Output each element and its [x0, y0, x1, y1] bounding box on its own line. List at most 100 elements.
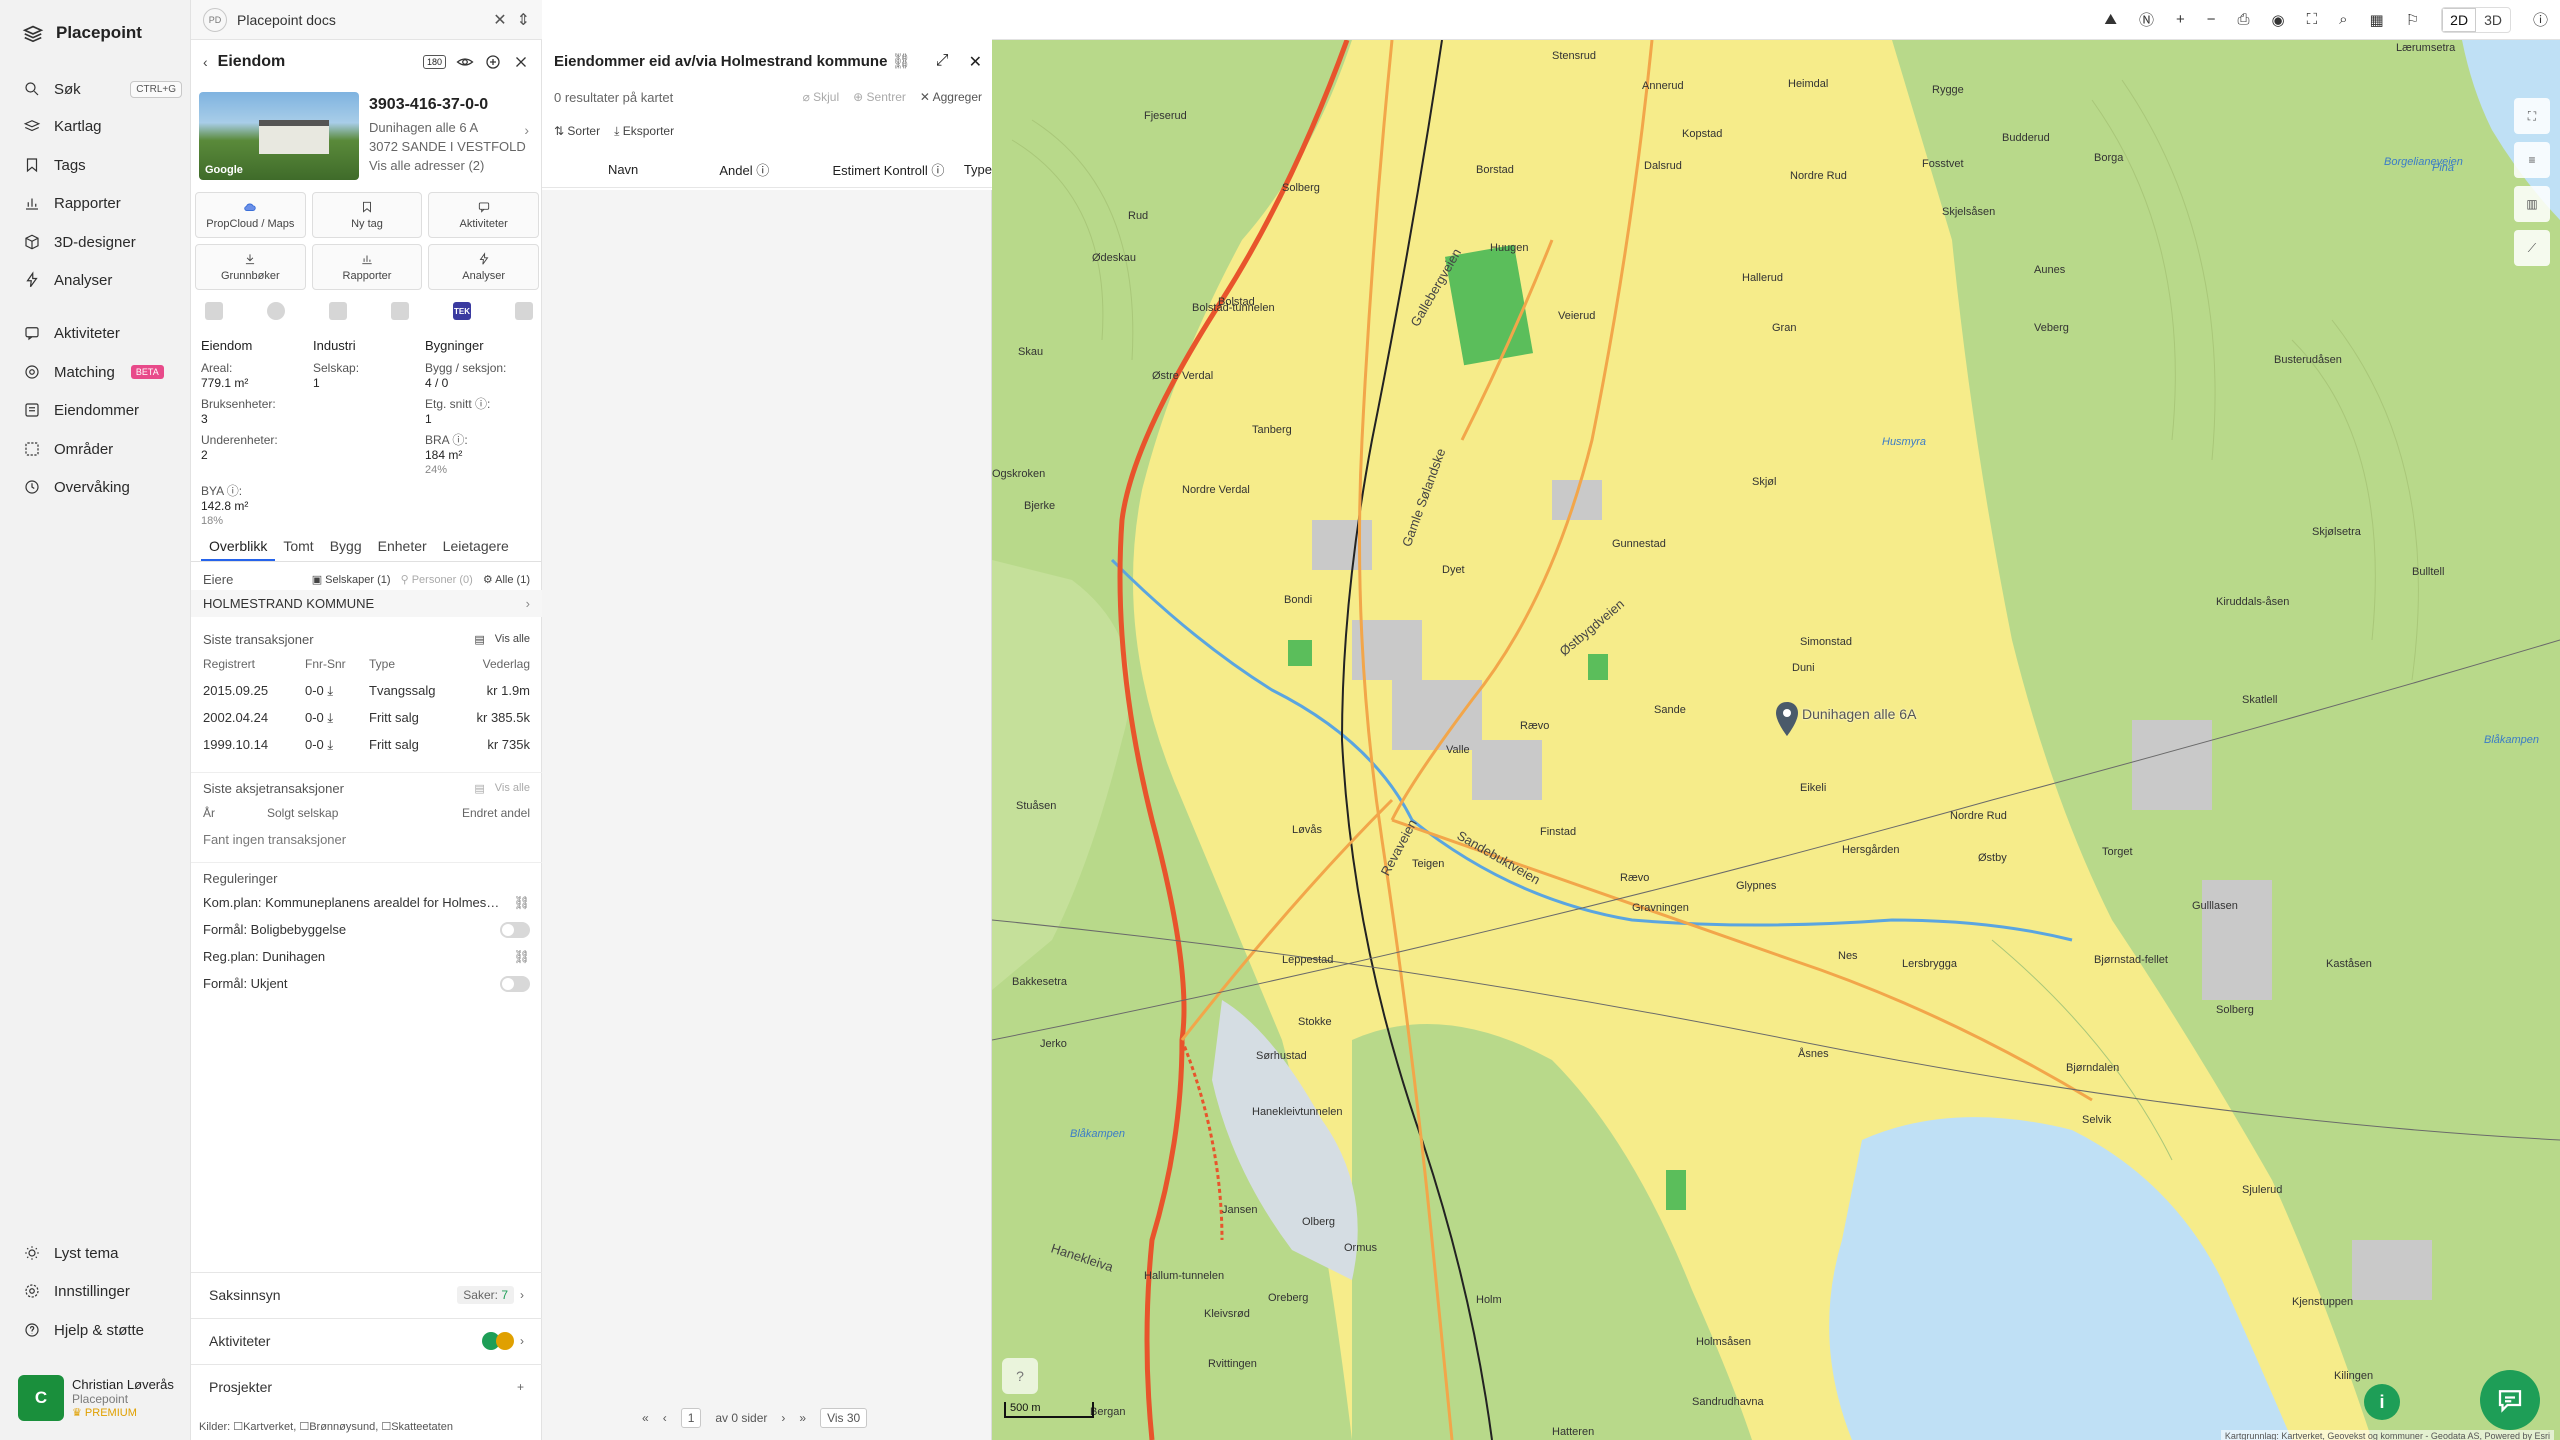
chat-support-button[interactable] — [2480, 1370, 2540, 1430]
source-icon-2[interactable] — [267, 302, 285, 320]
view-2d-button[interactable]: 2D — [2442, 7, 2477, 32]
regulation-row[interactable]: Formål: Boligbebyggelse — [191, 916, 542, 943]
camera-icon[interactable]: ⌕ — [2339, 11, 2347, 28]
nav-item-search[interactable]: Søk CTRL+G — [22, 74, 182, 104]
regulation-row[interactable]: Formål: Ukjent — [191, 970, 542, 997]
address-line-1[interactable]: Dunihagen alle 6 A — [369, 118, 537, 137]
nav-item-rapporter[interactable]: Rapporter — [22, 188, 182, 218]
tab-overblikk[interactable]: Overblikk — [201, 534, 276, 561]
nav-item-lyst-tema[interactable]: Lyst tema — [22, 1238, 182, 1268]
filter-companies[interactable]: ▣ Selskaper (1) — [312, 573, 391, 586]
tx-fnr[interactable]: 0-0 ⤓ — [305, 683, 369, 699]
sort-button[interactable]: ⇅ Sorter — [554, 124, 600, 139]
reports-button[interactable]: Rapporter — [311, 244, 423, 290]
transactions-show-all[interactable]: ▤ Vis alle — [474, 633, 530, 646]
location-pin-icon[interactable] — [1776, 702, 1798, 738]
grunnboker-button[interactable]: Grunnbøker — [195, 244, 306, 290]
regulation-row[interactable]: Reg.plan: Dunihagen ⛓ — [191, 943, 542, 970]
nav-item-hjelp[interactable]: Hjelp & støtte — [22, 1315, 182, 1345]
center-button[interactable]: ⊕ Sentrer — [853, 90, 906, 104]
table-row[interactable]: 1999.10.14 0-0 ⤓ Fritt salg kr 735k — [191, 731, 542, 758]
tab-enheter[interactable]: Enheter — [370, 534, 435, 561]
close-icon[interactable]: ✕ — [969, 52, 982, 72]
add-circle-icon[interactable] — [484, 53, 502, 71]
filter-persons[interactable]: ⚲ Personer (0) — [401, 573, 473, 586]
aggregate-button[interactable]: ✕ Aggreger — [920, 90, 982, 104]
col-andel[interactable]: Andel ⓘ — [719, 160, 832, 179]
nav-item-innstillinger[interactable]: Innstillinger — [22, 1276, 182, 1306]
fullscreen-icon[interactable]: ⛶ — [2307, 11, 2318, 28]
link-icon[interactable]: ⛓ — [513, 895, 530, 911]
prev-page-icon[interactable]: ‹ — [663, 1411, 667, 1425]
bookmark-icon[interactable]: ⚐ — [2406, 11, 2419, 29]
tab-bygg[interactable]: Bygg — [322, 534, 370, 561]
ruler-icon[interactable]: ⟋ — [2514, 230, 2550, 266]
user-card[interactable]: C Christian Løverås Placepoint ♛ PREMIUM — [18, 1374, 186, 1422]
add-icon[interactable]: + — [517, 1380, 524, 1394]
regulation-toggle[interactable] — [500, 921, 530, 938]
nav-item-eiendommer[interactable]: Eiendommer — [22, 395, 182, 425]
first-page-icon[interactable]: « — [642, 1411, 649, 1425]
close-panel-icon[interactable] — [512, 53, 530, 71]
tab-tomt[interactable]: Tomt — [275, 534, 321, 561]
eye-icon[interactable]: ◉ — [2272, 11, 2285, 29]
info-icon[interactable]: i — [2364, 1384, 2400, 1420]
print-icon[interactable]: ⎙ — [2238, 11, 2250, 28]
per-page-select[interactable]: Vis 30 — [820, 1408, 868, 1428]
chevron-right-icon[interactable]: › — [524, 122, 529, 138]
regulation-row[interactable]: Kom.plan: Kommuneplanens arealdel for Ho… — [191, 889, 542, 916]
tab-leietagere[interactable]: Leietagere — [435, 534, 517, 561]
export-button[interactable]: ⤓ Eksporter — [614, 124, 674, 139]
nav-item-tags[interactable]: Tags — [22, 150, 182, 180]
owner-row[interactable]: HOLMESTRAND KOMMUNE › — [191, 590, 542, 617]
nav-item-aktiviteter[interactable]: Aktiviteter — [22, 318, 182, 348]
table-row[interactable]: 2015.09.25 0-0 ⤓ Tvangssalg kr 1.9m — [191, 677, 542, 704]
info-icon[interactable]: ⓘ — [2533, 9, 2548, 30]
analyses-button[interactable]: Analyser — [428, 244, 539, 290]
nav-item-omrader[interactable]: Områder — [22, 434, 182, 464]
measure-icon[interactable]: ⛶ — [2514, 98, 2550, 134]
next-page-icon[interactable]: › — [781, 1411, 785, 1425]
nav-item-kartlag[interactable]: Kartlag — [22, 111, 182, 141]
tx-fnr[interactable]: 0-0 ⤓ — [305, 737, 369, 753]
aktiviteter-section[interactable]: Aktiviteter › — [191, 1318, 542, 1362]
compass-icon[interactable]: Ⓝ — [2139, 9, 2154, 30]
view-3d-button[interactable]: 3D — [2476, 8, 2510, 32]
tx-fnr[interactable]: 0-0 ⤓ — [305, 710, 369, 726]
activities-button[interactable]: Aktiviteter — [428, 192, 539, 238]
col-type[interactable]: Type — [964, 162, 992, 177]
expand-icon[interactable]: ⤢ — [936, 52, 949, 72]
regulation-toggle[interactable] — [500, 975, 530, 992]
nav-item-overvaking[interactable]: Overvåking — [22, 472, 182, 502]
chevron-updown-icon[interactable]: ⇕ — [517, 10, 530, 30]
link-icon[interactable]: ⛓ — [892, 53, 911, 70]
grid-icon[interactable]: ▦ — [2370, 11, 2384, 29]
filter-all[interactable]: ⚙ Alle (1) — [483, 573, 530, 586]
col-navn[interactable]: Navn — [608, 162, 719, 177]
badge-180-icon[interactable]: 180 — [422, 55, 446, 69]
page-input[interactable]: 1 — [680, 1408, 702, 1428]
doc-tab[interactable]: PD Placepoint docs ✕ ⇕ — [191, 0, 542, 40]
zoom-in-icon[interactable]: + — [2176, 11, 2185, 28]
source-icon-4[interactable] — [391, 302, 409, 320]
table-row[interactable]: 2002.04.24 0-0 ⤓ Fritt salg kr 385.5k — [191, 704, 542, 731]
layers-icon[interactable]: ≡ — [2514, 142, 2550, 178]
saksinnsyn-section[interactable]: Saksinnsyn Saker: 7 › — [191, 1272, 542, 1316]
col-estimert-kontroll[interactable]: Estimert Kontroll ⓘ — [832, 160, 963, 179]
share-transactions-show-all[interactable]: ▤ Vis alle — [474, 782, 530, 795]
map-canvas[interactable]: Stensrud Annerud Heimdal Rygge Lærumsetr… — [992, 40, 2560, 1440]
prosjekter-section[interactable]: Prosjekter + — [191, 1364, 542, 1408]
tek-icon[interactable]: TEK — [453, 302, 471, 320]
brand[interactable]: Placepoint — [22, 22, 142, 44]
last-page-icon[interactable]: » — [799, 1411, 806, 1425]
close-icon[interactable]: ✕ — [493, 10, 506, 30]
show-all-addresses-link[interactable]: Vis alle adresser (2) — [369, 156, 537, 175]
streetview-photo[interactable]: Google — [199, 92, 359, 180]
hide-button[interactable]: ⌀ Skjul — [803, 90, 840, 104]
zoom-out-icon[interactable]: − — [2207, 11, 2216, 28]
link-icon[interactable]: ⛓ — [513, 949, 530, 965]
propcloud-button[interactable]: PropCloud / Maps — [195, 192, 306, 238]
layers-toggle-icon[interactable]: ⛰ — [2104, 11, 2117, 28]
source-icon-1[interactable] — [205, 302, 223, 320]
chart-icon[interactable]: ▥ — [2514, 186, 2550, 222]
